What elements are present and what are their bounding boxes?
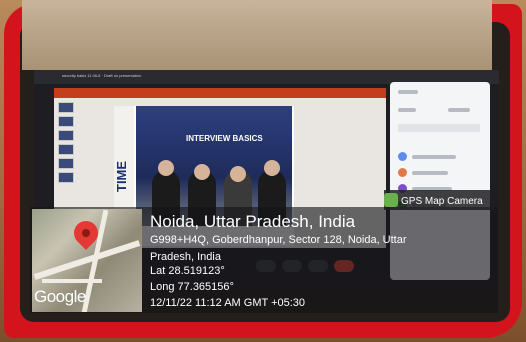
app-tag-label: GPS Map Camera <box>401 196 483 207</box>
person-head <box>194 164 210 180</box>
camera-app-icon <box>384 193 398 207</box>
longitude-readout: Long 77.365156° <box>150 281 234 293</box>
slide-thumbnail <box>58 158 74 169</box>
map-thumbnail: Google <box>32 209 142 312</box>
window-title: security bakis 11.06.8 · Draft no presen… <box>62 73 142 78</box>
slide-thumbnail <box>58 144 74 155</box>
panel-search-field <box>398 124 480 132</box>
map-road <box>42 279 102 283</box>
panel-text-line <box>448 108 470 112</box>
slide-title: INTERVIEW BASICS <box>186 134 263 143</box>
panel-text-line <box>412 171 448 175</box>
participant-avatar <box>398 152 407 161</box>
person-head <box>264 160 280 176</box>
map-pin-center <box>82 229 90 237</box>
latitude-readout: Lat 28.519123° <box>150 265 225 277</box>
person-head <box>230 166 246 182</box>
slide-thumbnail <box>58 172 74 183</box>
person-head <box>158 160 174 176</box>
location-title: Noida, Uttar Pradesh, India <box>150 212 356 231</box>
slide-thumbnail <box>58 130 74 141</box>
slide-thumbnail <box>58 102 74 113</box>
room-wall <box>22 0 492 70</box>
address-line: Pradesh, India <box>150 251 221 263</box>
panel-text-line <box>398 90 418 94</box>
address-line: G998+H4Q, Goberdhanpur, Sector 128, Noid… <box>150 234 407 246</box>
participant-avatar <box>398 168 407 177</box>
presentation-ribbon <box>54 88 386 98</box>
slide-thumbnail <box>58 116 74 127</box>
timestamp: 12/11/22 11:12 AM GMT +05:30 <box>150 297 306 309</box>
photo-scene: security bakis 11.06.8 · Draft no presen… <box>0 0 526 342</box>
panel-text-line <box>398 108 416 112</box>
panel-text-line <box>412 155 456 159</box>
google-watermark: Google <box>34 287 86 306</box>
